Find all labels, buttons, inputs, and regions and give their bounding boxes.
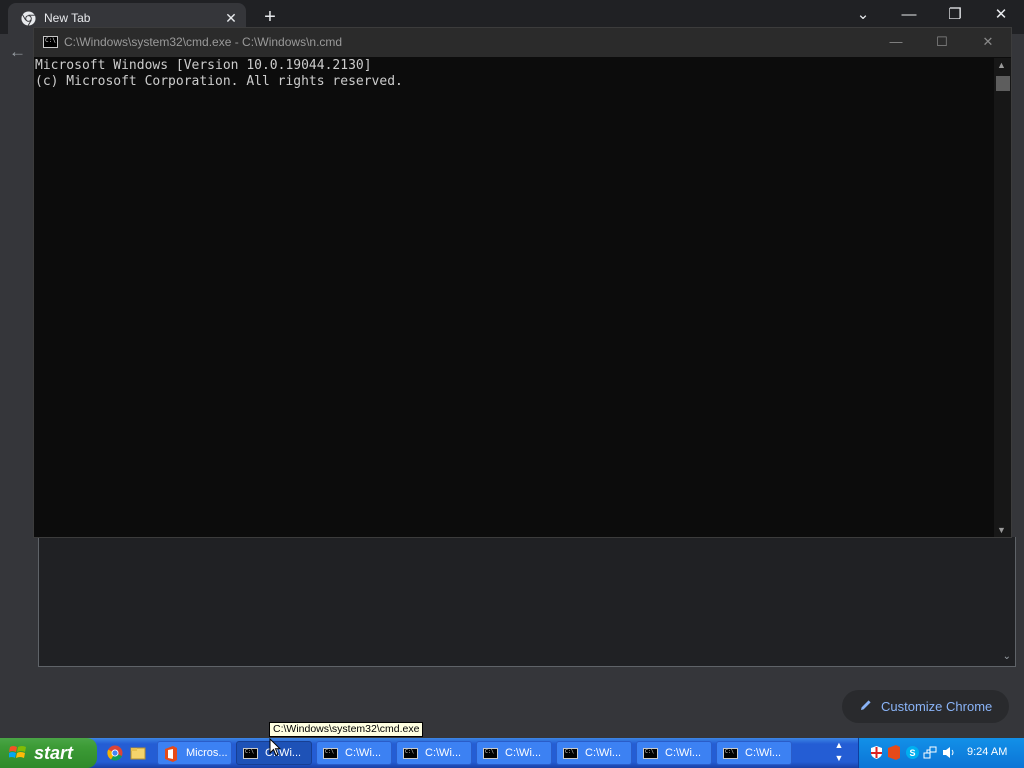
cmd-title-bar[interactable]: C:\ C:\Windows\system32\cmd.exe - C:\Win…: [34, 28, 1011, 57]
cmd-close-button[interactable]: ✕: [974, 32, 1002, 52]
network-icon[interactable]: [923, 745, 938, 760]
cmd-icon: C:\: [243, 748, 258, 759]
scroll-down-icon[interactable]: ▼: [831, 752, 847, 765]
clock[interactable]: 9:24 AM: [967, 746, 1007, 758]
taskbar-task[interactable]: C:\ C:\Wi...: [716, 741, 792, 765]
start-button[interactable]: start: [0, 738, 97, 768]
taskbar: start Micros... C:\ C:\Wi... C:\ C:\Wi..…: [0, 738, 1024, 768]
taskbar-scroll[interactable]: ▲ ▼: [831, 739, 847, 767]
pencil-icon: [861, 700, 871, 710]
chrome-icon[interactable]: [107, 745, 123, 761]
cmd-icon: C:\: [483, 748, 498, 759]
tab-close-icon[interactable]: ✕: [222, 7, 240, 29]
cmd-minimize-button[interactable]: —: [882, 32, 910, 52]
taskbar-task[interactable]: C:\ C:\Wi...: [476, 741, 552, 765]
chrome-icon: [21, 11, 36, 26]
cmd-icon: C:\: [563, 748, 578, 759]
office-icon: [165, 746, 177, 762]
cmd-title: C:\Windows\system32\cmd.exe - C:\Windows…: [64, 35, 343, 49]
scroll-down-icon[interactable]: ⌄: [1003, 651, 1011, 662]
page-content-frame: ⌄: [38, 537, 1016, 667]
taskbar-task[interactable]: C:\ C:\Wi...: [316, 741, 392, 765]
system-tray: S 9:24 AM: [858, 738, 1024, 768]
taskbar-task[interactable]: C:\ C:\Wi...: [556, 741, 632, 765]
cmd-icon: C:\: [403, 748, 418, 759]
taskbar-task-label: C:\Wi...: [585, 747, 622, 759]
taskbar-task-label: C:\Wi...: [745, 747, 782, 759]
office-tray-icon[interactable]: [887, 745, 902, 760]
taskbar-task[interactable]: Micros...: [157, 741, 232, 765]
taskbar-task-label: C:\Wi...: [665, 747, 702, 759]
back-arrow-icon[interactable]: ←: [9, 41, 33, 63]
close-button[interactable]: ✕: [981, 4, 1021, 26]
cmd-maximize-button[interactable]: ☐: [928, 32, 956, 52]
scroll-down-icon[interactable]: ▼: [997, 525, 1006, 535]
cmd-icon: C:\: [43, 36, 58, 48]
taskbar-task[interactable]: C:\ C:\Wi...: [396, 741, 472, 765]
tab-search-chevron-icon[interactable]: ⌄: [843, 4, 883, 26]
security-shield-icon[interactable]: [869, 745, 884, 760]
mouse-cursor-icon: [269, 738, 281, 757]
volume-icon[interactable]: [941, 745, 956, 760]
skype-icon[interactable]: S: [905, 745, 920, 760]
console-output[interactable]: Microsoft Windows [Version 10.0.19044.21…: [35, 58, 995, 536]
console-line: (c) Microsoft Corporation. All rights re…: [35, 74, 403, 89]
taskbar-task-label: C:\Wi...: [345, 747, 382, 759]
start-label: start: [34, 743, 74, 763]
cmd-icon: C:\: [643, 748, 658, 759]
console-line: Microsoft Windows [Version 10.0.19044.21…: [35, 58, 372, 73]
minimize-button[interactable]: —: [889, 4, 929, 26]
cmd-icon: C:\: [723, 748, 738, 759]
tooltip: C:\Windows\system32\cmd.exe: [269, 722, 424, 737]
taskbar-task-label: C:\Wi...: [505, 747, 542, 759]
taskbar-task[interactable]: C:\ C:\Wi...: [636, 741, 712, 765]
scrollbar-thumb[interactable]: [996, 76, 1010, 91]
scroll-up-icon[interactable]: ▲: [997, 60, 1006, 70]
tab-title: New Tab: [44, 11, 91, 25]
taskbar-task-label: C:\Wi...: [425, 747, 462, 759]
windows-logo-icon: [9, 746, 26, 758]
scroll-up-icon[interactable]: ▲: [831, 739, 847, 752]
customize-chrome-button[interactable]: Customize Chrome: [842, 690, 1009, 723]
customize-chrome-label: Customize Chrome: [881, 699, 993, 714]
cmd-window[interactable]: C:\ C:\Windows\system32\cmd.exe - C:\Win…: [33, 27, 1012, 538]
restore-button[interactable]: ❐: [935, 4, 975, 26]
cmd-scrollbar[interactable]: ▲ ▼: [994, 58, 1011, 537]
taskbar-task-label: Micros...: [186, 747, 228, 759]
svg-text:S: S: [910, 748, 916, 758]
cmd-icon: C:\: [323, 748, 338, 759]
folder-icon[interactable]: [130, 745, 146, 761]
